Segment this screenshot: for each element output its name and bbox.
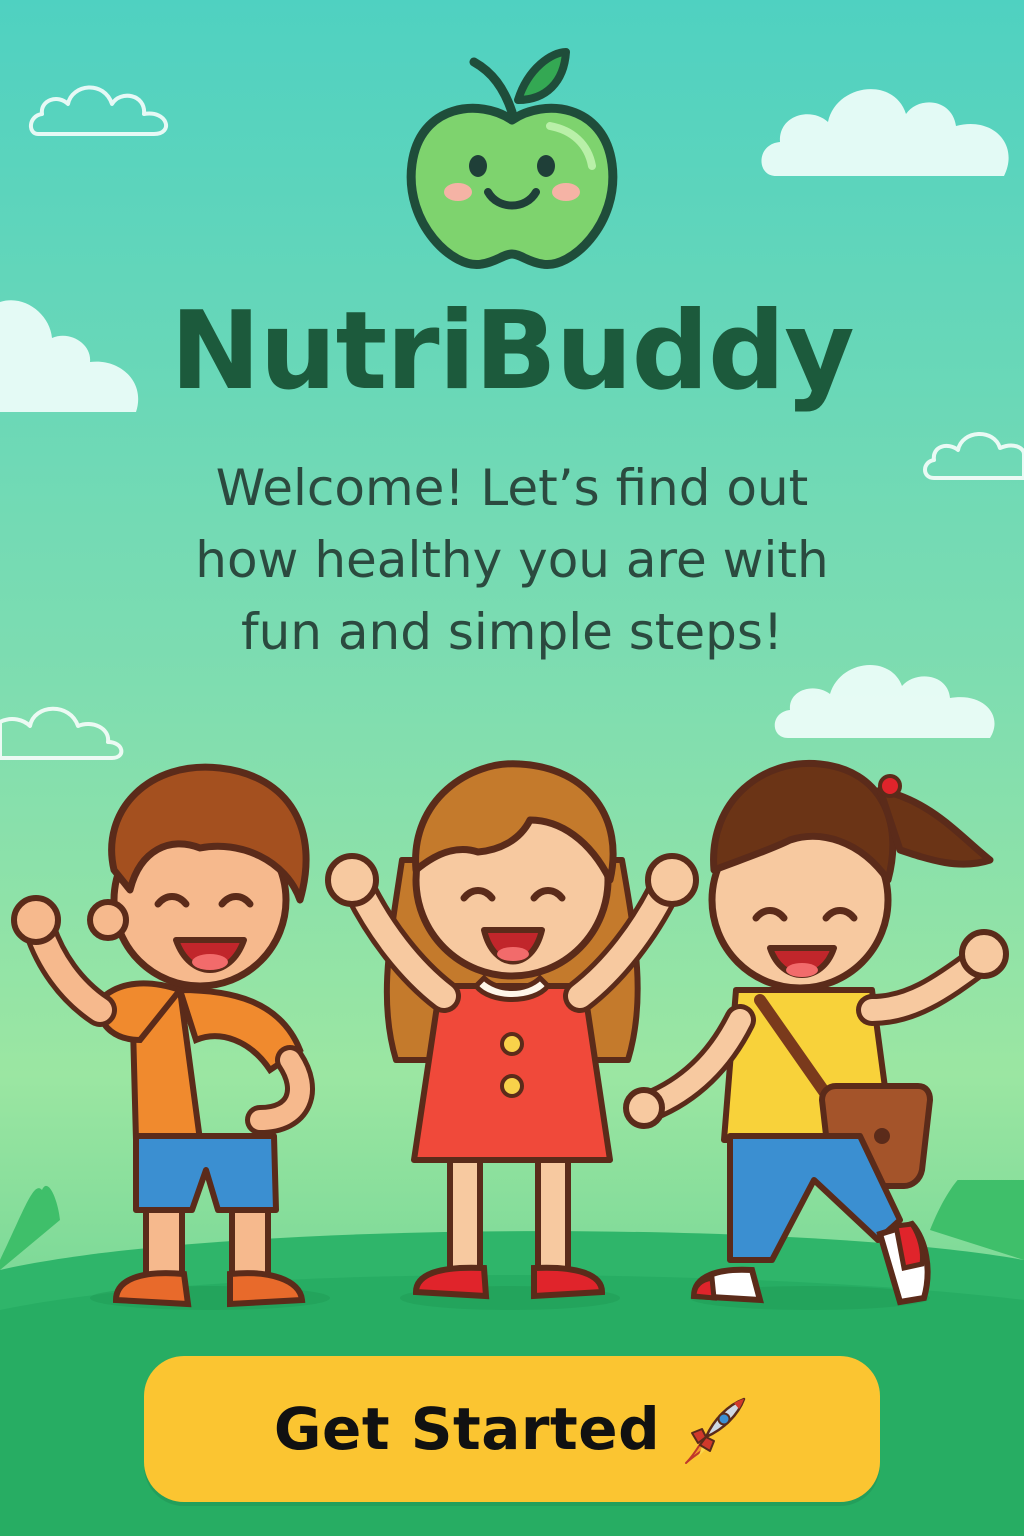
get-started-button[interactable]: Get Started: [144, 1356, 880, 1502]
kids-illustration: [11, 759, 1009, 1308]
girl-character: [325, 760, 699, 1300]
app-title: NutriBuddy: [170, 289, 854, 414]
ponytail-girl-character: [623, 759, 1009, 1306]
welcome-screen: NutriBuddy Welcome! Let’s find out how h…: [0, 0, 1024, 1536]
boy-character: [11, 763, 315, 1308]
subtitle-line: Welcome! Let’s find out: [215, 459, 809, 517]
rocket-icon: [685, 1397, 746, 1464]
cloud-outline-right: [923, 432, 1024, 480]
subtitle-line: how healthy you are with: [195, 531, 829, 589]
subtitle-line: fun and simple steps!: [240, 603, 784, 661]
cloud-outline-top-left: [29, 85, 168, 136]
welcome-subtitle: Welcome! Let’s find out how healthy you …: [112, 452, 912, 668]
get-started-label: Get Started: [273, 1395, 661, 1463]
cloud-top-right: [761, 89, 1009, 176]
apple-mascot-icon: [406, 48, 618, 269]
